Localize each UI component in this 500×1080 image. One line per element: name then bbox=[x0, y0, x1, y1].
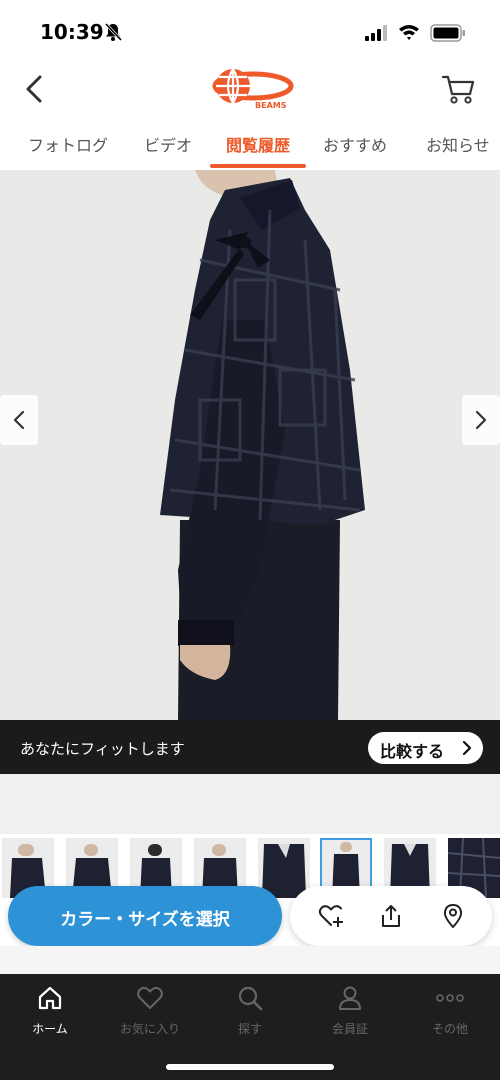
bell-off-icon bbox=[104, 22, 123, 42]
tabbar-more[interactable]: その他 bbox=[400, 984, 500, 1044]
status-time: 10:39 bbox=[40, 20, 104, 44]
select-color-size-label: カラー・サイズを選択 bbox=[60, 910, 230, 930]
action-pill bbox=[290, 886, 492, 946]
tabbar-label: ホーム bbox=[32, 1022, 68, 1036]
tab-photolog[interactable]: フォトログ bbox=[28, 132, 108, 156]
share-icon[interactable] bbox=[378, 903, 404, 929]
tabbar-label: 会員証 bbox=[331, 1022, 368, 1036]
person-icon bbox=[339, 986, 361, 1010]
tabbar-search[interactable]: 探す bbox=[200, 984, 300, 1044]
beams-logo[interactable]: BEAMS bbox=[205, 66, 297, 110]
fit-bar: あなたにフィットします 比較する bbox=[0, 720, 500, 774]
search-icon bbox=[238, 986, 263, 1011]
favorite-add-icon[interactable] bbox=[318, 903, 344, 929]
heart-icon bbox=[137, 986, 163, 1009]
chevron-right-icon bbox=[462, 740, 472, 756]
tabbar-label: お気に入り bbox=[119, 1022, 180, 1036]
section-tabs: フォトログ ビデオ 閲覧履歴 おすすめ お知らせ bbox=[0, 124, 500, 170]
active-tab-indicator bbox=[210, 164, 306, 168]
compare-button[interactable]: 比較する bbox=[368, 732, 483, 764]
battery-icon bbox=[430, 24, 465, 42]
home-indicator bbox=[166, 1064, 334, 1070]
tab-recommended[interactable]: おすすめ bbox=[323, 132, 387, 156]
chevron-right-icon bbox=[475, 410, 487, 430]
tab-history[interactable]: 閲覧履歴 bbox=[226, 132, 290, 156]
product-photo bbox=[160, 170, 365, 720]
tabbar-label: 探す bbox=[237, 1022, 262, 1036]
app-header: BEAMS bbox=[0, 62, 500, 124]
tab-news[interactable]: お知らせ bbox=[426, 132, 490, 156]
compare-label: 比較する bbox=[380, 742, 445, 761]
location-icon[interactable] bbox=[440, 903, 466, 929]
logo-text: BEAMS bbox=[255, 101, 287, 110]
tabbar-label: その他 bbox=[431, 1022, 468, 1036]
back-button[interactable] bbox=[18, 72, 52, 106]
spacer bbox=[0, 946, 500, 974]
status-bar: 10:39 bbox=[0, 0, 500, 62]
home-icon bbox=[38, 986, 62, 1010]
tabbar-favorites[interactable]: お気に入り bbox=[100, 984, 200, 1044]
image-next-button[interactable] bbox=[462, 395, 500, 445]
product-image[interactable] bbox=[0, 170, 500, 720]
tab-video[interactable]: ビデオ bbox=[144, 132, 192, 156]
more-icon bbox=[436, 994, 464, 1002]
select-color-size-button[interactable]: カラー・サイズを選択 bbox=[8, 886, 282, 946]
spacer bbox=[0, 774, 500, 834]
tabbar-home[interactable]: ホーム bbox=[0, 984, 100, 1044]
chevron-left-icon bbox=[13, 410, 25, 430]
signal-icon bbox=[365, 25, 387, 41]
cart-button[interactable] bbox=[440, 72, 476, 106]
fit-message: あなたにフィットします bbox=[20, 740, 185, 758]
wifi-icon bbox=[399, 25, 419, 40]
image-prev-button[interactable] bbox=[0, 395, 38, 445]
tabbar-member-card[interactable]: 会員証 bbox=[300, 984, 400, 1044]
